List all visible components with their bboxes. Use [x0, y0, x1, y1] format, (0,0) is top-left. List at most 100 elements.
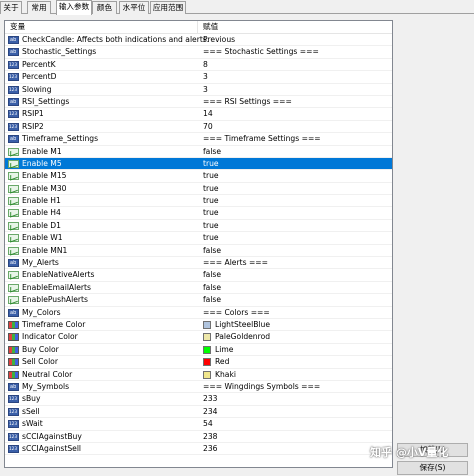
tab-common[interactable]: 常用: [27, 1, 51, 14]
param-value[interactable]: false: [203, 269, 221, 281]
param-name: Sell Color: [22, 357, 58, 367]
text-param-icon: [8, 381, 19, 393]
param-value[interactable]: Previous: [203, 34, 235, 46]
param-value[interactable]: true: [203, 232, 219, 244]
save-button[interactable]: 保存(S): [397, 461, 468, 475]
table-row[interactable]: Enable M1 false: [5, 146, 392, 158]
table-row[interactable]: sCCIAgainstBuy 238: [5, 431, 392, 443]
text-param-icon: [8, 257, 19, 269]
table-row[interactable]: EnableEmailAlerts false: [5, 282, 392, 295]
column-header-value[interactable]: 赋值: [198, 21, 392, 33]
table-row[interactable]: sSell 234: [5, 406, 392, 419]
param-value[interactable]: 14: [203, 108, 213, 120]
table-row[interactable]: sWait 54: [5, 418, 392, 431]
param-value[interactable]: true: [203, 207, 219, 219]
param-value[interactable]: true: [203, 183, 219, 195]
param-value[interactable]: true: [203, 195, 219, 207]
tab-inputs[interactable]: 输入参数: [56, 0, 92, 15]
table-row[interactable]: PercentK 8: [5, 59, 392, 72]
table-row[interactable]: RSI_Settings === RSI Settings ===: [5, 96, 392, 109]
param-value[interactable]: true: [203, 220, 219, 232]
table-row[interactable]: Enable M5 true: [5, 157, 392, 171]
table-row[interactable]: Enable H4 true: [5, 207, 392, 220]
param-value[interactable]: LightSteelBlue: [215, 319, 270, 331]
param-value[interactable]: false: [203, 282, 221, 294]
int-param-icon: [8, 393, 19, 405]
column-header-variable[interactable]: 变量: [5, 21, 198, 33]
table-row[interactable]: sCCIAgainstSell 236: [5, 443, 392, 456]
param-value[interactable]: 54: [203, 418, 213, 430]
param-value[interactable]: === Stochastic Settings ===: [203, 46, 319, 58]
table-row[interactable]: Enable W1 true: [5, 232, 392, 245]
table-row[interactable]: Enable H1 true: [5, 195, 392, 208]
tab-visualization[interactable]: 应用范围: [150, 1, 186, 14]
table-row[interactable]: CheckCandle: Affects both indications an…: [5, 34, 392, 47]
int-param-icon: [8, 59, 19, 71]
table-row[interactable]: sBuy 233: [5, 393, 392, 406]
table-row[interactable]: Timeframe_Settings === Timeframe Settings…: [5, 133, 392, 146]
param-name: Enable M30: [22, 183, 67, 193]
table-row[interactable]: Neutral Color Khaki: [5, 369, 392, 381]
param-name: RSIP1: [22, 109, 44, 119]
param-value[interactable]: PaleGoldenrod: [215, 331, 270, 343]
table-row[interactable]: RSIP2 70: [5, 121, 392, 134]
param-name: Stochastic_Settings: [22, 47, 97, 57]
table-row[interactable]: PercentD 3: [5, 71, 392, 84]
bool-param-icon: [8, 184, 19, 193]
table-row[interactable]: Enable MN1 false: [5, 245, 392, 258]
tab-levels[interactable]: 水平位: [119, 1, 149, 14]
table-row[interactable]: EnablePushAlerts false: [5, 294, 392, 307]
table-row[interactable]: Stochastic_Settings === Stochastic Settin…: [5, 46, 392, 59]
tab-about[interactable]: 关于: [0, 1, 22, 14]
table-row[interactable]: Timeframe Color LightSteelBlue: [5, 319, 392, 332]
int-param-icon: [8, 418, 19, 430]
param-value[interactable]: Lime: [215, 344, 233, 356]
param-value[interactable]: Khaki: [215, 369, 236, 381]
param-value[interactable]: === Alerts ===: [203, 257, 268, 269]
table-row[interactable]: EnableNativeAlerts false: [5, 269, 392, 282]
table-row[interactable]: My_Symbols === Wingdings Symbols ===: [5, 381, 392, 394]
param-value[interactable]: Red: [215, 356, 229, 368]
param-value[interactable]: === Timeframe Settings ===: [203, 133, 321, 145]
param-name: RSI_Settings: [22, 96, 70, 106]
param-name: Enable H4: [22, 208, 61, 218]
param-value[interactable]: false: [203, 294, 221, 306]
param-value[interactable]: true: [203, 158, 219, 170]
color-swatch: [203, 345, 211, 354]
bool-param-icon: [8, 159, 19, 168]
param-value[interactable]: true: [203, 170, 219, 182]
param-value[interactable]: 3: [203, 71, 208, 83]
param-value[interactable]: 3: [203, 84, 208, 96]
param-name: EnableEmailAlerts: [22, 282, 91, 292]
table-row[interactable]: Enable M30 true: [5, 183, 392, 196]
table-row[interactable]: Slowing 3: [5, 84, 392, 96]
table-row[interactable]: Sell Color Red: [5, 356, 392, 369]
param-name: PercentD: [22, 72, 57, 82]
table-row[interactable]: Buy Color Lime: [5, 344, 392, 357]
param-value[interactable]: === Wingdings Symbols ===: [203, 381, 320, 393]
param-value[interactable]: 233: [203, 393, 218, 405]
color-param-icon: [8, 358, 19, 367]
text-param-icon: [8, 34, 19, 46]
param-name: Enable H1: [22, 196, 61, 206]
table-row[interactable]: RSIP1 14: [5, 108, 392, 121]
param-name: Timeframe_Settings: [22, 134, 99, 144]
param-value[interactable]: 236: [203, 443, 218, 455]
table-row[interactable]: My_Colors === Colors ===: [5, 307, 392, 319]
param-value[interactable]: false: [203, 245, 221, 257]
param-name: Enable MN1: [22, 245, 68, 255]
table-row[interactable]: My_Alerts === Alerts ===: [5, 257, 392, 270]
table-row[interactable]: Enable M15 true: [5, 170, 392, 183]
param-value[interactable]: 238: [203, 431, 218, 443]
param-value[interactable]: 234: [203, 406, 218, 418]
table-row[interactable]: Indicator Color PaleGoldenrod: [5, 331, 392, 344]
param-value[interactable]: 70: [203, 121, 213, 133]
param-value[interactable]: === Colors ===: [203, 307, 270, 319]
param-value[interactable]: === RSI Settings ===: [203, 96, 292, 108]
param-value[interactable]: 8: [203, 59, 208, 71]
bool-param-icon: [8, 221, 19, 230]
table-row[interactable]: Enable D1 true: [5, 220, 392, 233]
param-name: sSell: [22, 406, 40, 416]
param-value[interactable]: false: [203, 146, 221, 158]
tab-colors[interactable]: 颜色: [92, 1, 117, 14]
